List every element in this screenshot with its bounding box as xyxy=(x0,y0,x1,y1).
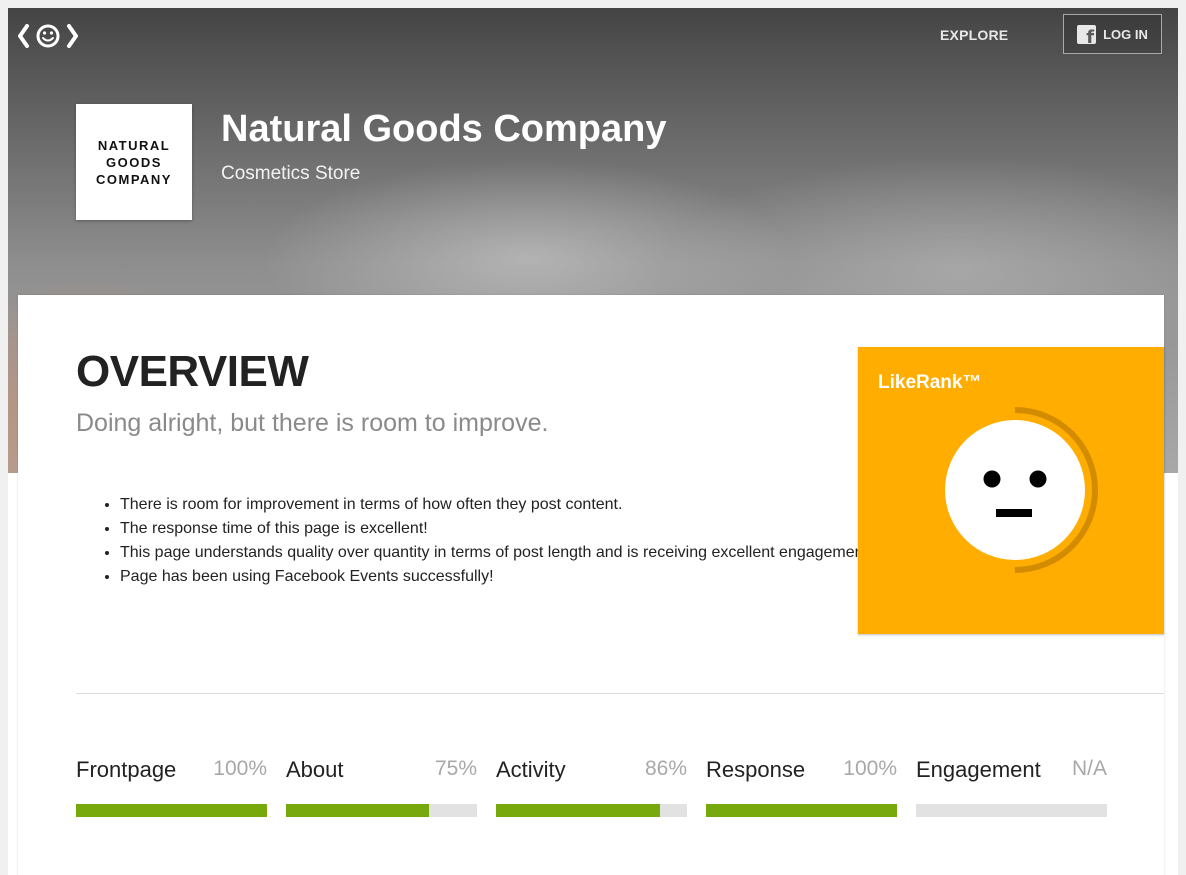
login-button[interactable]: f LOG IN xyxy=(1063,14,1162,54)
metric-bar xyxy=(706,804,897,817)
metric-value: 75% xyxy=(434,757,477,780)
metric-bar xyxy=(496,804,687,817)
likerank-title: LikeRank™ xyxy=(878,372,982,393)
overview-title: OVERVIEW xyxy=(76,347,309,396)
metric-value: N/A xyxy=(1071,757,1107,780)
metric-label: Response xyxy=(706,757,806,782)
neutral-face-icon xyxy=(945,420,1085,560)
divider xyxy=(76,693,1164,694)
company-name: Natural Goods Company xyxy=(221,108,667,150)
metric-label: About xyxy=(286,757,344,782)
page: EXPLORE f LOG IN NATURAL GOODS COMPANY N… xyxy=(8,8,1178,875)
explore-link[interactable]: EXPLORE xyxy=(940,27,1008,43)
metric-value: 100% xyxy=(213,757,267,780)
overview-bullets: There is room for improvement in terms o… xyxy=(76,493,880,589)
bullet-item: There is room for improvement in terms o… xyxy=(120,493,880,517)
metric-fill xyxy=(286,804,430,817)
login-label: LOG IN xyxy=(1103,26,1148,42)
metric-bar xyxy=(916,804,1107,817)
logo-line: COMPANY xyxy=(96,171,172,187)
eye-smile-logo-icon[interactable] xyxy=(18,22,78,50)
metric-fill xyxy=(496,804,661,817)
metric-value: 100% xyxy=(843,757,897,780)
company-logo: NATURAL GOODS COMPANY xyxy=(76,104,192,220)
metric-fill xyxy=(76,804,267,817)
metric-value: 86% xyxy=(644,757,687,780)
metric-label: Activity xyxy=(496,757,566,782)
company-category: Cosmetics Store xyxy=(221,163,361,184)
overview-subtitle: Doing alright, but there is room to impr… xyxy=(76,409,549,437)
likerank-gauge xyxy=(932,407,1098,573)
facebook-icon: f xyxy=(1077,24,1097,44)
metric-label: Engagement xyxy=(916,757,1041,782)
bullet-item: The response time of this page is excell… xyxy=(120,517,880,541)
logo-line: NATURAL xyxy=(97,137,171,153)
metric-bar xyxy=(76,804,267,817)
bullet-item: This page understands quality over quant… xyxy=(120,541,880,565)
likerank-panel: LikeRank™ xyxy=(858,347,1164,634)
overview-card: OVERVIEW Doing alright, but there is roo… xyxy=(18,295,1164,875)
metric-bar xyxy=(286,804,477,817)
logo-line: GOODS xyxy=(106,154,162,170)
bullet-item: Page has been using Facebook Events succ… xyxy=(120,565,880,589)
metric-label: Frontpage xyxy=(76,757,177,782)
metric-fill xyxy=(706,804,897,817)
